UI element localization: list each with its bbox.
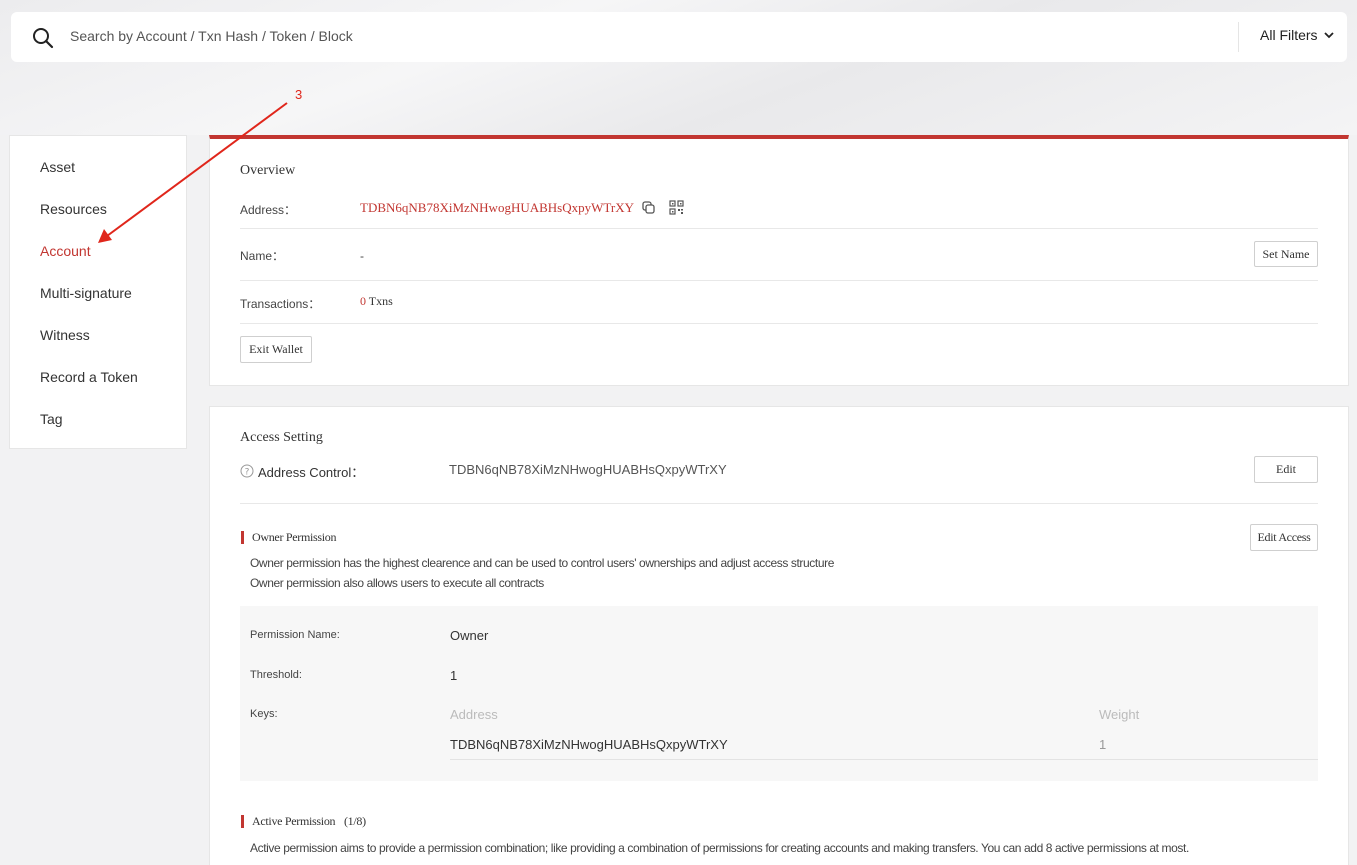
active-permission-desc: Active permission aims to provide a perm… [250, 841, 1189, 855]
sidebar: Asset Resources Account Multi-signature … [9, 135, 187, 449]
transactions-count: 0 [360, 294, 366, 308]
name-value: - [360, 249, 364, 263]
owner-permission-marker [241, 531, 244, 544]
question-icon[interactable]: ? [240, 464, 254, 478]
set-name-button[interactable]: Set Name [1254, 241, 1318, 267]
overview-card: Overview Address： TDBN6qNB78XiMzNHwogHUA… [209, 135, 1349, 386]
search-input[interactable]: Search by Account / Txn Hash / Token / B… [70, 28, 353, 44]
all-filters-dropdown[interactable]: All Filters [1260, 27, 1334, 43]
annotation-label: 3 [295, 87, 303, 102]
transactions-value[interactable]: 0 Txns [360, 294, 393, 309]
filter-divider [1238, 22, 1239, 52]
row-divider [240, 323, 1318, 324]
active-permission-count: (1/8) [343, 814, 366, 828]
qr-code-icon[interactable] [669, 200, 684, 215]
sidebar-item-witness[interactable]: Witness [40, 327, 90, 343]
access-setting-title: Access Setting [240, 430, 323, 445]
address-label: Address： [240, 203, 297, 217]
permission-name-label: Permission Name: [250, 629, 340, 641]
sidebar-item-account[interactable]: Account [40, 243, 91, 259]
edit-button[interactable]: Edit [1254, 456, 1318, 483]
owner-permission-desc-2: Owner permission also allows users to ex… [250, 576, 544, 590]
active-permission-marker [241, 815, 244, 828]
copy-icon[interactable] [642, 201, 655, 214]
row-divider [240, 503, 1318, 504]
transactions-unit: Txns [368, 294, 393, 308]
sidebar-item-record-a-token[interactable]: Record a Token [40, 369, 138, 385]
sidebar-item-asset[interactable]: Asset [40, 159, 75, 175]
row-divider [240, 280, 1318, 281]
address-control-label: Address Control： [258, 465, 365, 480]
key-address[interactable]: TDBN6qNB78XiMzNHwogHUABHsQxpyWTrXY [450, 737, 728, 752]
transactions-label: Transactions： [240, 297, 321, 311]
sidebar-item-tag[interactable]: Tag [40, 411, 63, 427]
permission-name-value: Owner [450, 628, 489, 643]
threshold-value: 1 [450, 668, 458, 683]
chevron-down-icon [1323, 32, 1334, 39]
row-divider [240, 228, 1318, 229]
key-weight: 1 [1099, 737, 1107, 752]
search-bar: Search by Account / Txn Hash / Token / B… [11, 12, 1347, 62]
keys-header-address: Address [450, 707, 498, 722]
access-setting-card: Access Setting ? Address Control： TDBN6q… [209, 406, 1349, 865]
address-value[interactable]: TDBN6qNB78XiMzNHwogHUABHsQxpyWTrXY [360, 200, 634, 216]
address-control-value: TDBN6qNB78XiMzNHwogHUABHsQxpyWTrXY [449, 462, 727, 477]
name-label: Name： [240, 249, 285, 263]
keys-header-weight: Weight [1099, 707, 1140, 722]
sidebar-item-multi-signature[interactable]: Multi-signature [40, 285, 132, 301]
keys-row-divider [450, 759, 1318, 760]
active-permission-title: Active Permission (1/8) [252, 814, 366, 829]
all-filters-label: All Filters [1260, 27, 1318, 43]
svg-text:?: ? [245, 468, 250, 478]
owner-permission-desc-1: Owner permission has the highest clearen… [250, 556, 834, 570]
owner-permission-details: Permission Name: Owner Threshold: 1 Keys… [240, 606, 1318, 781]
search-icon[interactable] [32, 27, 54, 49]
edit-access-button[interactable]: Edit Access [1250, 524, 1318, 551]
threshold-label: Threshold: [250, 669, 302, 681]
overview-title: Overview [240, 163, 296, 178]
active-permission-label: Active Permission [252, 814, 336, 828]
owner-permission-title: Owner Permission [252, 530, 337, 544]
keys-label: Keys: [250, 708, 278, 720]
exit-wallet-button[interactable]: Exit Wallet [240, 336, 312, 363]
sidebar-item-resources[interactable]: Resources [40, 201, 107, 217]
